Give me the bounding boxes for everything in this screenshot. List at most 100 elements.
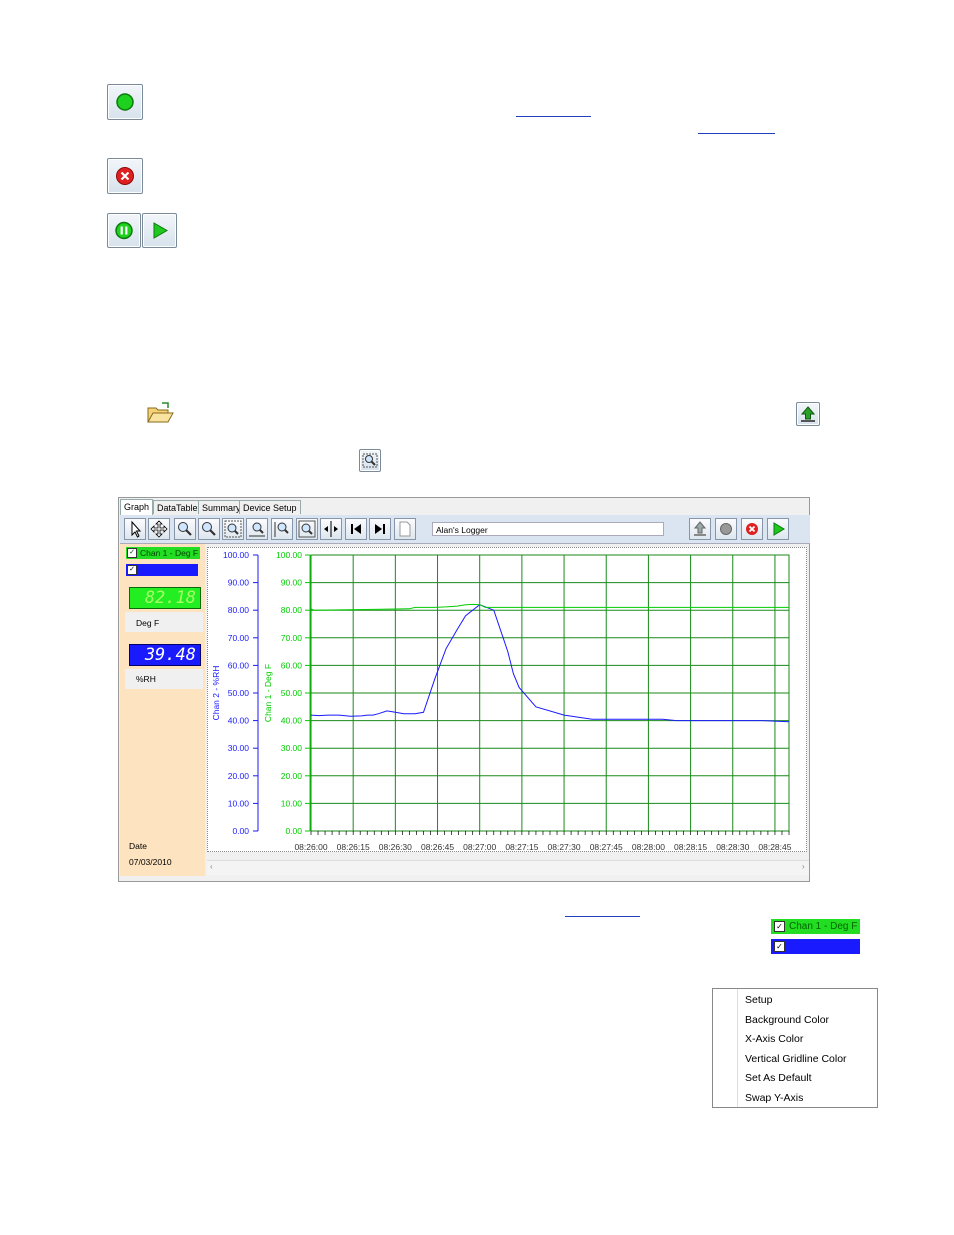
pan-tool-button[interactable] [148, 518, 170, 540]
y-axis-label-left: Chan 2 - %RH [211, 666, 221, 721]
legend-ch2-checkbox[interactable]: ✓ [774, 941, 785, 952]
logger-name-field[interactable]: Alan's Logger [432, 522, 664, 536]
x-tick-label: 08:26:15 [337, 842, 370, 852]
x-tick-label: 08:27:00 [463, 842, 496, 852]
y-tick-label-left: 50.00 [228, 688, 250, 698]
pointer-tool-button[interactable] [124, 518, 146, 540]
menu-item-x-axis-color[interactable]: X-Axis Color [745, 1033, 803, 1045]
zoom-x-icon [249, 522, 265, 537]
download-icon [800, 406, 816, 422]
tab-summary[interactable]: Summary [198, 500, 245, 514]
x-tick-label: 08:28:45 [758, 842, 791, 852]
page-button[interactable] [394, 518, 416, 540]
ch1-checkbox[interactable]: ✓ [127, 548, 137, 558]
pause-button[interactable] [107, 213, 141, 248]
y-tick-label-right: 80.00 [281, 605, 303, 615]
chart-svg: 100.00 100.00 90.00 90.00 80.00 80.00 70.00 70.… [211, 550, 792, 852]
zoom-x-button[interactable] [246, 518, 268, 540]
scroll-right-icon[interactable]: › [802, 862, 805, 871]
zoom-box-icon [224, 520, 242, 538]
y-tick-label-left: 100.00 [223, 550, 249, 560]
menu-item-vertical-gridline-color[interactable]: Vertical Gridline Color [745, 1053, 847, 1065]
open-folder-icon[interactable] [146, 401, 174, 425]
legend-ch1-checkbox[interactable]: ✓ [774, 921, 785, 932]
link-underline-2[interactable] [698, 133, 775, 134]
y-tick-label-right: 100.00 [276, 550, 302, 560]
skip-last-icon [375, 524, 385, 534]
play-icon [773, 522, 785, 536]
zoom-box-button[interactable] [222, 518, 244, 540]
ch1-readout: 82.18 [129, 587, 201, 609]
series-ch1-line [310, 603, 789, 611]
tab-datatable[interactable]: DataTable [153, 500, 202, 514]
pointer-icon [131, 520, 142, 538]
red-x-icon [746, 523, 758, 535]
y-tick-label-right: 70.00 [281, 633, 303, 643]
play-button[interactable] [142, 213, 177, 248]
menu-item-background-color[interactable]: Background Color [745, 1014, 829, 1026]
date-label: Date [129, 841, 147, 851]
zoom-fit-tool-button[interactable] [296, 518, 318, 540]
first-button[interactable] [345, 518, 367, 540]
y-tick-label-left: 10.00 [228, 798, 250, 808]
y-tick-label-left: 20.00 [228, 771, 250, 781]
ch2-unit: %RH [136, 674, 156, 684]
legend-ch2-standalone[interactable]: ✓ Chan 2 - %RH [771, 939, 860, 954]
tab-graph[interactable]: Graph [120, 499, 154, 515]
x-tick-label: 08:28:30 [716, 842, 749, 852]
series-ch2-line [310, 604, 790, 723]
cursor-line-icon [324, 521, 338, 537]
zoom-out-button[interactable] [198, 518, 220, 540]
x-tick-label: 08:26:45 [421, 842, 454, 852]
record-button[interactable] [107, 84, 143, 120]
blank-page-icon [399, 521, 411, 537]
ch1-legend[interactable]: ✓ Chan 1 - Deg F [126, 547, 200, 559]
play-icon [153, 222, 169, 239]
last-button[interactable] [369, 518, 391, 540]
download-tool-button[interactable] [689, 518, 711, 540]
zoom-y-button[interactable] [271, 518, 293, 540]
green-circle-icon [116, 93, 134, 111]
ch2-checkbox[interactable]: ✓ [127, 565, 137, 575]
y-axis-label-right: Chan 1 - Deg F [263, 664, 273, 722]
y-tick-label-right: 10.00 [281, 798, 303, 808]
x-tick-label: 08:27:15 [505, 842, 538, 852]
scroll-left-icon[interactable]: ‹ [210, 862, 213, 871]
y-tick-label-right: 0.00 [285, 826, 302, 836]
x-tick-label: 08:26:30 [379, 842, 412, 852]
zoom-fit-icon [298, 520, 316, 538]
play-tool-button[interactable] [767, 518, 789, 540]
stop-button[interactable] [107, 158, 143, 194]
stop-tool-button[interactable] [741, 518, 763, 540]
zoom-out-icon [202, 522, 216, 536]
horizontal-scrollbar[interactable]: ‹ › [207, 860, 809, 875]
ch2-legend-label: Chan 2 - %RH [140, 565, 195, 575]
menu-gutter [737, 989, 738, 1107]
record-tool-button[interactable] [715, 518, 737, 540]
menu-item-set-as-default[interactable]: Set As Default [745, 1072, 812, 1084]
y-tick-label-left: 60.00 [228, 660, 250, 670]
cursor-tool-button[interactable] [320, 518, 342, 540]
zoom-fit-button[interactable] [359, 449, 381, 472]
ch1-unit: Deg F [136, 618, 160, 628]
link-underline-1[interactable] [516, 116, 591, 117]
zoom-y-icon [274, 522, 289, 537]
menu-item-setup[interactable]: Setup [745, 994, 772, 1006]
y-tick-label-left: 0.00 [232, 826, 249, 836]
zoom-in-button[interactable] [174, 518, 196, 540]
y-tick-label-left: 90.00 [228, 578, 250, 588]
x-tick-label: 08:26:00 [294, 842, 327, 852]
zoom-in-icon [178, 522, 192, 536]
tab-device-setup[interactable]: Device Setup [239, 500, 301, 514]
legend-ch1-label: Chan 1 - Deg F [789, 921, 858, 932]
x-tick-label: 08:28:15 [674, 842, 707, 852]
y-tick-label-right: 40.00 [281, 716, 303, 726]
menu-item-swap-y-axis[interactable]: Swap Y-Axis [745, 1092, 803, 1104]
download-button[interactable] [796, 402, 820, 426]
skip-first-icon [351, 524, 361, 534]
link-underline-3[interactable] [565, 916, 640, 917]
pause-icon [115, 221, 133, 240]
y-tick-label-right: 30.00 [281, 743, 303, 753]
legend-ch1-standalone[interactable]: ✓ Chan 1 - Deg F [771, 919, 860, 934]
ch2-legend[interactable]: ✓ Chan 2 - %RH [126, 564, 198, 576]
